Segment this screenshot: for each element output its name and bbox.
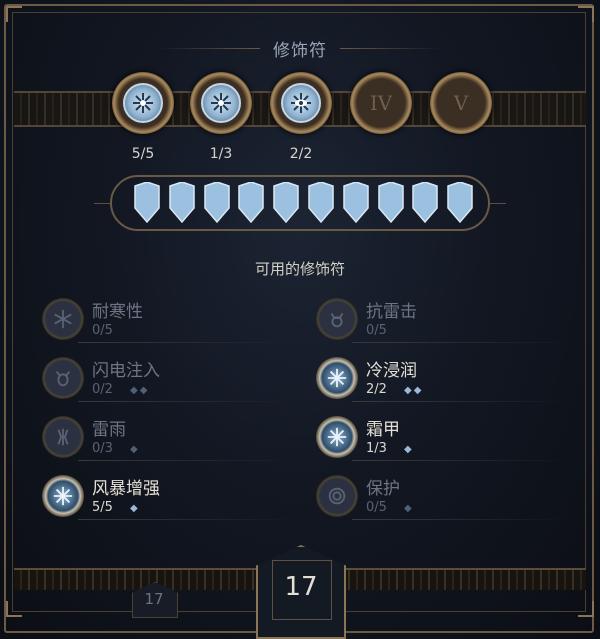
item-divider: [78, 460, 298, 461]
corner-ornament: [6, 601, 22, 617]
spiral-ward-icon: [316, 475, 358, 517]
modifier-item-protection[interactable]: 保护 0/5 ◆: [312, 471, 572, 521]
corner-ornament: [578, 6, 594, 22]
lightning-claw-icon: [42, 416, 84, 458]
current-level-number: 17: [284, 572, 318, 602]
modifier-name: 风暴增强: [92, 479, 160, 499]
frost-sigil-icon: [42, 475, 84, 517]
slot-numeral: V: [453, 91, 469, 115]
point-gem: [238, 182, 265, 224]
modifier-name: 耐寒性: [92, 302, 143, 322]
modifier-cost-pips: ◆◆: [130, 385, 150, 396]
item-divider: [78, 401, 298, 402]
modifier-count: 0/5: [366, 500, 387, 515]
slot-count: 1/3: [209, 146, 233, 162]
horned-mask-icon: [316, 298, 358, 340]
modifier-item-lightning-resistance[interactable]: 抗雷击 0/5: [312, 294, 572, 344]
modifier-item-storm-enhancement[interactable]: 风暴增强 5/5 ◆: [38, 471, 298, 521]
point-gem: [308, 182, 334, 224]
modifier-count: 2/2: [366, 382, 387, 397]
gem-bar-rule-right: [488, 203, 506, 204]
modifier-name: 冷浸润: [366, 361, 417, 381]
modifier-slot-locked-v[interactable]: V: [430, 72, 492, 134]
modifier-slot-2[interactable]: [190, 72, 252, 134]
item-divider: [78, 342, 298, 343]
item-divider: [352, 401, 572, 402]
point-gem: [134, 182, 160, 224]
modifier-item-frost-armor[interactable]: 霜甲 1/3 ◆: [312, 412, 572, 462]
modifier-cost-pips: ◆◆: [404, 385, 424, 396]
previous-level-number: 17: [144, 590, 164, 608]
frost-eye-icon: [316, 357, 358, 399]
item-divider: [352, 342, 572, 343]
snowflake-rune-icon: [42, 298, 84, 340]
point-gem: [343, 182, 369, 224]
modifier-name: 雷雨: [92, 420, 126, 440]
modifier-cost-pips: ◆: [404, 444, 414, 455]
modifier-name: 保护: [366, 479, 400, 499]
point-gem: [169, 182, 195, 224]
modifier-item-lightning-infusion[interactable]: 闪电注入 0/2 ◆◆: [38, 353, 298, 403]
point-gem: [412, 182, 439, 224]
item-divider: [78, 519, 298, 520]
panel-title: 修饰符: [273, 41, 327, 61]
modifier-count: 0/3: [92, 441, 113, 456]
corner-ornament: [6, 6, 22, 22]
modifier-count: 0/2: [92, 382, 113, 397]
modifier-panel: 修饰符 IV V 5/5 1/3 2/2 可用的修饰符 耐寒性 0/5 抗雷击 …: [0, 0, 600, 639]
item-divider: [352, 519, 572, 520]
point-gem: [203, 182, 230, 224]
point-gem: [273, 182, 299, 224]
modifier-count: 1/3: [366, 441, 387, 456]
slot-numeral: IV: [369, 91, 393, 115]
modifier-cost-pips: ◆: [130, 444, 140, 455]
modifier-item-thunderstorm[interactable]: 雷雨 0/3 ◆: [38, 412, 298, 462]
frost-sigil-icon: [123, 83, 163, 123]
item-divider: [352, 460, 572, 461]
modifier-item-cold-infusion[interactable]: 冷浸润 2/2 ◆◆: [312, 353, 572, 403]
frost-sigil-icon: [316, 416, 358, 458]
storm-mask-icon: [42, 357, 84, 399]
modifier-count: 0/5: [92, 323, 113, 338]
modifier-slot-1[interactable]: [112, 72, 174, 134]
modifier-name: 闪电注入: [92, 361, 160, 381]
modifier-name: 抗雷击: [366, 302, 417, 322]
modifier-name: 霜甲: [366, 420, 400, 440]
modifier-count: 0/5: [366, 323, 387, 338]
point-gem: [377, 182, 404, 224]
frost-sigil-icon: [201, 83, 241, 123]
slot-count: 2/2: [289, 146, 313, 162]
modifier-slot-3[interactable]: [270, 72, 332, 134]
point-gem: [447, 182, 473, 224]
modifier-cost-pips: ◆: [404, 503, 414, 514]
slot-count: 5/5: [131, 146, 155, 162]
available-modifiers-heading: 可用的修饰符: [254, 260, 345, 278]
frost-eye-icon: [281, 83, 321, 123]
corner-ornament: [578, 601, 594, 617]
modifier-item-cold-resistance[interactable]: 耐寒性 0/5: [38, 294, 298, 344]
modifier-cost-pips: ◆: [130, 503, 140, 514]
modifier-count: 5/5: [92, 500, 113, 515]
modifier-slot-locked-iv[interactable]: IV: [350, 72, 412, 134]
